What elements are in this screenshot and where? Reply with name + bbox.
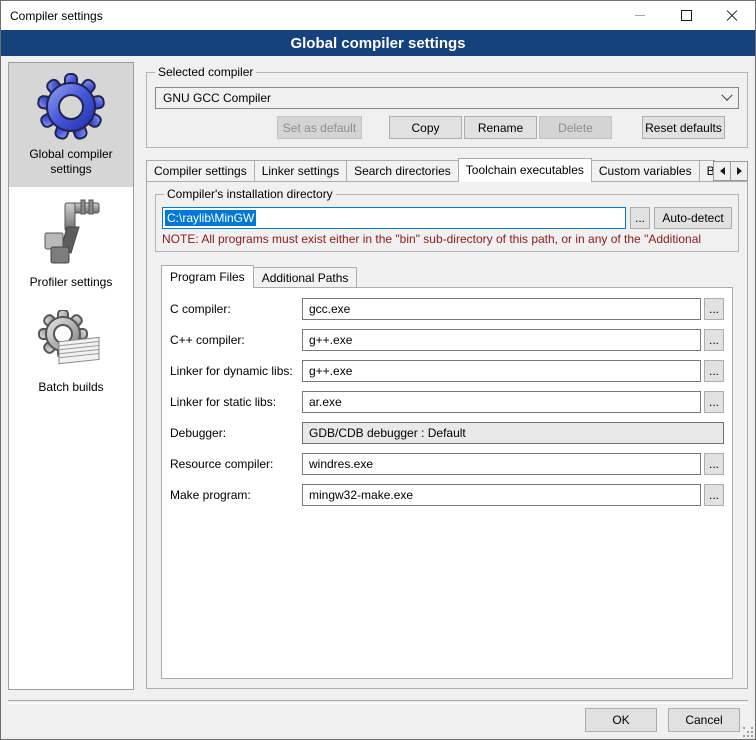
- field-row-debugger: Debugger: GDB/CDB debugger : Default: [170, 422, 724, 444]
- delete-button: Delete: [539, 116, 612, 139]
- dynamic-linker-browse-button[interactable]: ...: [704, 360, 724, 382]
- compiler-select-value: GNU GCC Compiler: [163, 91, 271, 105]
- sidebar-item-global-compiler-settings[interactable]: Global compiler settings: [9, 63, 133, 187]
- selected-compiler-group-label: Selected compiler: [155, 65, 256, 79]
- cpp-compiler-browse-button[interactable]: ...: [704, 329, 724, 351]
- field-row-dynamic-linker: Linker for dynamic libs: g++.exe ...: [170, 360, 724, 382]
- dynamic-linker-label: Linker for dynamic libs:: [170, 364, 302, 378]
- resource-compiler-value: windres.exe: [309, 457, 373, 471]
- arrow-left-icon: [720, 167, 725, 175]
- sidebar-item-label: Global compiler settings: [11, 147, 131, 177]
- window-title: Compiler settings: [1, 9, 103, 23]
- make-program-browse-button[interactable]: ...: [704, 484, 724, 506]
- cancel-button[interactable]: Cancel: [668, 708, 740, 732]
- installation-directory-row: C:\raylib\MinGW ... Auto-detect: [162, 207, 732, 229]
- auto-detect-button[interactable]: Auto-detect: [654, 207, 732, 229]
- maximize-icon: [681, 10, 692, 21]
- debugger-label: Debugger:: [170, 426, 302, 440]
- chevron-down-icon: [721, 90, 732, 101]
- resource-compiler-browse-button[interactable]: ...: [704, 453, 724, 475]
- c-compiler-browse-button[interactable]: ...: [704, 298, 724, 320]
- sidebar-item-batch-builds[interactable]: Batch builds: [9, 300, 133, 405]
- c-compiler-value: gcc.exe: [309, 302, 350, 316]
- toolchain-executables-panel: Compiler's installation directory C:\ray…: [146, 181, 748, 689]
- installation-directory-group: Compiler's installation directory C:\ray…: [155, 194, 739, 252]
- field-row-c-compiler: C compiler: gcc.exe ...: [170, 298, 724, 320]
- static-linker-value: ar.exe: [309, 395, 342, 409]
- copy-button[interactable]: Copy: [389, 116, 462, 139]
- installation-directory-group-label: Compiler's installation directory: [164, 187, 336, 201]
- tab-scroll-arrows: [714, 161, 748, 181]
- program-files-panel: C compiler: gcc.exe ... C++ compiler: g+…: [161, 287, 733, 679]
- tab-custom-variables[interactable]: Custom variables: [591, 160, 700, 181]
- close-button[interactable]: [709, 1, 755, 30]
- window-controls: [617, 1, 755, 30]
- tab-linker-settings[interactable]: Linker settings: [254, 160, 347, 181]
- field-row-cpp-compiler: C++ compiler: g++.exe ...: [170, 329, 724, 351]
- resize-grip[interactable]: [743, 727, 753, 737]
- settings-sidebar: Global compiler settings Profiler settin…: [8, 62, 134, 690]
- tab-program-files[interactable]: Program Files: [161, 265, 254, 288]
- tab-scroll-right-button[interactable]: [730, 161, 748, 181]
- selected-compiler-group: Selected compiler GNU GCC Compiler Set a…: [146, 72, 748, 148]
- close-icon: [726, 10, 738, 22]
- tab-scroll-left-button[interactable]: [713, 161, 731, 181]
- rename-button[interactable]: Rename: [464, 116, 537, 139]
- compiler-select[interactable]: GNU GCC Compiler: [155, 87, 739, 109]
- make-program-input[interactable]: mingw32-make.exe: [302, 484, 701, 506]
- caliper-icon: [37, 197, 105, 269]
- debugger-select[interactable]: GDB/CDB debugger : Default: [302, 422, 724, 444]
- browse-directory-button[interactable]: ...: [630, 207, 650, 229]
- cpp-compiler-value: g++.exe: [309, 333, 352, 347]
- footer-divider: [8, 700, 748, 704]
- bin-subdirectory-note: NOTE: All programs must exist either in …: [162, 232, 732, 247]
- resource-compiler-input[interactable]: windres.exe: [302, 453, 701, 475]
- sidebar-item-label: Profiler settings: [11, 275, 131, 290]
- cpp-compiler-label: C++ compiler:: [170, 333, 302, 347]
- field-row-make-program: Make program: mingw32-make.exe ...: [170, 484, 724, 506]
- title-bar: Compiler settings: [1, 1, 755, 30]
- static-linker-input[interactable]: ar.exe: [302, 391, 701, 413]
- tab-additional-paths[interactable]: Additional Paths: [253, 267, 358, 287]
- minimize-button[interactable]: [617, 1, 663, 30]
- arrow-right-icon: [737, 167, 742, 175]
- ok-button[interactable]: OK: [585, 708, 657, 732]
- compiler-buttons-row: Set as default Copy Rename Delete Reset …: [155, 116, 739, 139]
- gear-stack-icon: [37, 310, 105, 374]
- make-program-value: mingw32-make.exe: [309, 488, 413, 502]
- blue-gear-icon: [37, 73, 105, 141]
- dynamic-linker-value: g++.exe: [309, 364, 352, 378]
- installation-directory-value: C:\raylib\MinGW: [165, 210, 256, 226]
- minimize-icon: [635, 15, 645, 16]
- debugger-value: GDB/CDB debugger : Default: [309, 426, 466, 440]
- tab-toolchain-executables[interactable]: Toolchain executables: [458, 158, 592, 182]
- c-compiler-label: C compiler:: [170, 302, 302, 316]
- sidebar-item-label: Batch builds: [11, 380, 131, 395]
- static-linker-browse-button[interactable]: ...: [704, 391, 724, 413]
- page-title: Global compiler settings: [1, 30, 755, 56]
- field-row-static-linker: Linker for static libs: ar.exe ...: [170, 391, 724, 413]
- program-files-tabstrip: Program Files Additional Paths: [155, 264, 739, 287]
- reset-defaults-button[interactable]: Reset defaults: [642, 116, 725, 139]
- maximize-button[interactable]: [663, 1, 709, 30]
- tab-compiler-settings[interactable]: Compiler settings: [146, 160, 255, 181]
- sidebar-item-profiler-settings[interactable]: Profiler settings: [9, 187, 133, 300]
- dynamic-linker-input[interactable]: g++.exe: [302, 360, 701, 382]
- resource-compiler-label: Resource compiler:: [170, 457, 302, 471]
- main-panel: Selected compiler GNU GCC Compiler Set a…: [146, 62, 748, 689]
- tab-search-directories[interactable]: Search directories: [346, 160, 459, 181]
- installation-directory-input[interactable]: C:\raylib\MinGW: [162, 207, 626, 229]
- cpp-compiler-input[interactable]: g++.exe: [302, 329, 701, 351]
- settings-tabstrip: Compiler settings Linker settings Search…: [146, 157, 748, 181]
- c-compiler-input[interactable]: gcc.exe: [302, 298, 701, 320]
- static-linker-label: Linker for static libs:: [170, 395, 302, 409]
- set-as-default-button: Set as default: [277, 116, 362, 139]
- make-program-label: Make program:: [170, 488, 302, 502]
- field-row-resource-compiler: Resource compiler: windres.exe ...: [170, 453, 724, 475]
